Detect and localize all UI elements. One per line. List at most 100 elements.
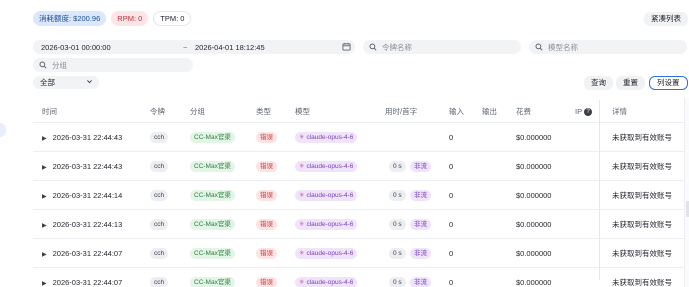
cost-cell: $0.000000 xyxy=(516,162,552,171)
search-icon xyxy=(533,43,545,51)
table-row[interactable]: ▶ 2026-03-31 22:44:07 cch CC-Max官渠 错误 ✳ claude… xyxy=(33,268,684,287)
cost-cell: $0.000000 xyxy=(516,278,552,287)
time-cell: ▶ 2026-03-31 22:44:14 xyxy=(42,181,122,212)
table-row[interactable]: ▶ 2026-03-31 22:44:43 cch CC-Max官渠 错误 ✳ claude… xyxy=(33,123,684,152)
expand-arrow-icon[interactable]: ▶ xyxy=(42,136,47,142)
date-end[interactable]: 2026-04-01 18:12:45 xyxy=(195,43,265,52)
token-badge: cch xyxy=(150,132,169,143)
input-cell: 0 xyxy=(449,249,454,258)
header-output: 输出 xyxy=(482,107,497,116)
model-text: claude-opus-4-6 xyxy=(306,134,354,141)
input-cell: 0 xyxy=(449,220,454,229)
time-text: 2026-03-31 22:44:07 xyxy=(52,249,123,258)
stream-badge: 非流 xyxy=(410,161,431,172)
duration-badge: 0 s xyxy=(389,161,406,172)
detail-cell: 未获取到有效账号 xyxy=(612,191,672,200)
model-badge: ✳ claude-opus-4-6 xyxy=(295,219,358,230)
detail-cell: 未获取到有效账号 xyxy=(612,220,672,229)
time-text: 2026-03-31 22:44:14 xyxy=(52,191,123,200)
type-badge: 错误 xyxy=(256,219,277,230)
group-badge: CC-Max官渠 xyxy=(190,190,235,201)
header-token: 令牌 xyxy=(150,107,165,116)
table-row[interactable]: ▶ 2026-03-31 22:44:14 cch CC-Max官渠 错误 ✳ claude… xyxy=(33,181,684,210)
model-badge: ✳ claude-opus-4-6 xyxy=(295,132,358,143)
header-ip: IP? xyxy=(575,100,593,123)
search-icon xyxy=(367,43,379,51)
time-cell: ▶ 2026-03-31 22:44:43 xyxy=(42,152,122,183)
table-row[interactable]: ▶ 2026-03-31 22:44:43 cch CC-Max官渠 错误 ✳ claude… xyxy=(33,152,684,181)
stats-bar: 消耗额度: $200.96 RPM: 0 TPM: 0 xyxy=(33,11,192,26)
model-icon: ✳ xyxy=(299,221,305,228)
cost-cell: $0.000000 xyxy=(516,249,552,258)
column-settings-button[interactable]: 列设置 xyxy=(649,76,688,90)
model-icon: ✳ xyxy=(299,279,305,286)
token-name-input[interactable]: 令牌名称 xyxy=(363,40,521,54)
model-badge: ✳ claude-opus-4-6 xyxy=(295,248,358,259)
search-icon xyxy=(37,61,49,69)
type-badge: 错误 xyxy=(256,277,277,287)
calendar-icon[interactable] xyxy=(342,42,351,53)
expand-arrow-icon[interactable]: ▶ xyxy=(42,252,47,258)
table-row[interactable]: ▶ 2026-03-31 22:44:07 cch CC-Max官渠 错误 ✳ claude… xyxy=(33,239,684,268)
input-cell: 0 xyxy=(449,278,454,287)
token-badge: cch xyxy=(150,219,169,230)
cost-cell: $0.000000 xyxy=(516,191,552,200)
model-text: claude-opus-4-6 xyxy=(306,250,354,257)
input-cell: 0 xyxy=(449,133,454,142)
model-badge: ✳ claude-opus-4-6 xyxy=(295,190,358,201)
model-text: claude-opus-4-6 xyxy=(306,279,354,286)
detail-cell: 未获取到有效账号 xyxy=(612,133,672,142)
header-duration: 用时/首字 xyxy=(385,107,418,116)
group-input[interactable]: 分组 xyxy=(33,58,193,72)
quota-badge: 消耗额度: $200.96 xyxy=(33,11,107,26)
group-badge: CC-Max官渠 xyxy=(190,132,235,143)
type-badge: 错误 xyxy=(256,190,277,201)
group-placeholder: 分组 xyxy=(52,60,67,70)
expand-arrow-icon[interactable]: ▶ xyxy=(42,165,47,171)
model-icon: ✳ xyxy=(299,192,305,199)
group-badge: CC-Max官渠 xyxy=(190,161,235,172)
expand-arrow-icon[interactable]: ▶ xyxy=(42,194,47,200)
sidebar-edge xyxy=(0,123,6,137)
header-type: 类型 xyxy=(256,107,271,116)
time-text: 2026-03-31 22:44:07 xyxy=(52,278,123,287)
group-badge: CC-Max官渠 xyxy=(190,219,235,230)
usage-log-page: 消耗额度: $200.96 RPM: 0 TPM: 0 紧凑列表 2026-03… xyxy=(0,0,689,287)
token-badge: cch xyxy=(150,161,169,172)
log-type-select[interactable]: 全部 xyxy=(33,76,99,89)
scroll-edge xyxy=(684,98,689,287)
expand-arrow-icon[interactable]: ▶ xyxy=(42,223,47,229)
query-button[interactable]: 查询 xyxy=(584,76,613,90)
time-cell: ▶ 2026-03-31 22:44:07 xyxy=(42,239,122,270)
model-icon: ✳ xyxy=(299,250,305,257)
table-row[interactable]: ▶ 2026-03-31 22:44:13 cch CC-Max官渠 错误 ✳ claude… xyxy=(33,210,684,239)
time-text: 2026-03-31 22:44:43 xyxy=(52,162,123,171)
chevron-down-icon xyxy=(86,76,93,89)
compact-list-button[interactable]: 紧凑列表 xyxy=(644,12,688,26)
date-range-picker[interactable]: 2026-03-01 00:00:00 ~ 2026-04-01 18:12:4… xyxy=(33,40,355,54)
header-cost: 花费 xyxy=(516,107,531,116)
header-detail: 详情 xyxy=(612,107,627,116)
group-badge: CC-Max官渠 xyxy=(190,248,235,259)
model-badge: ✳ claude-opus-4-6 xyxy=(295,277,358,287)
model-text: claude-opus-4-6 xyxy=(306,221,354,228)
expand-arrow-icon[interactable]: ▶ xyxy=(42,281,47,287)
stream-badge: 非流 xyxy=(410,190,431,201)
date-start[interactable]: 2026-03-01 00:00:00 xyxy=(41,43,111,52)
type-badge: 错误 xyxy=(256,132,277,143)
stream-badge: 非流 xyxy=(410,219,431,230)
model-name-input[interactable]: 模型名称 xyxy=(529,40,687,54)
duration-badge: 0 s xyxy=(389,219,406,230)
time-cell: ▶ 2026-03-31 22:44:13 xyxy=(42,210,122,241)
table-header: 时间 令牌 分组 类型 模型 用时/首字 输入 输出 花费 IP? 详情 xyxy=(33,100,684,123)
reset-button[interactable]: 重置 xyxy=(616,76,645,90)
log-type-value: 全部 xyxy=(40,78,55,87)
model-text: claude-opus-4-6 xyxy=(306,163,354,170)
help-circle-icon[interactable]: ? xyxy=(584,108,593,117)
cost-cell: $0.000000 xyxy=(516,133,552,142)
detail-cell: 未获取到有效账号 xyxy=(612,278,672,287)
rpm-badge: RPM: 0 xyxy=(111,11,149,26)
model-badge: ✳ claude-opus-4-6 xyxy=(295,161,358,172)
model-text: claude-opus-4-6 xyxy=(306,192,354,199)
header-input: 输入 xyxy=(449,107,464,116)
